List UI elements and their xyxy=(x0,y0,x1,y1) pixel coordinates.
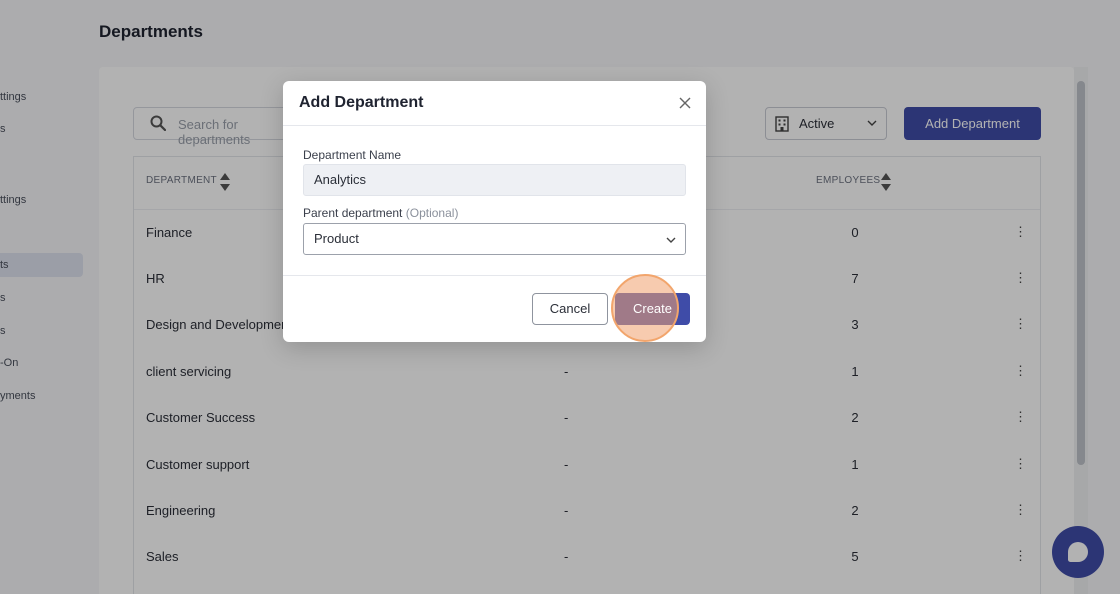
create-button-label: Create xyxy=(632,301,673,316)
dialog-title: Add Department xyxy=(299,94,424,111)
parent-department-label-text: Parent department xyxy=(303,206,403,220)
department-name-value: Analytics xyxy=(314,172,367,187)
optional-hint: (Optional) xyxy=(405,206,459,220)
close-icon[interactable] xyxy=(678,96,692,110)
department-name-field[interactable]: Analytics xyxy=(303,164,686,196)
parent-department-label: Parent department (Optional) xyxy=(303,206,458,220)
dialog-divider xyxy=(283,125,706,126)
parent-department-value: Product xyxy=(314,231,359,246)
department-name-label: Department Name xyxy=(303,148,402,162)
chevron-down-icon xyxy=(666,237,676,243)
cancel-button[interactable]: Cancel xyxy=(532,293,608,325)
add-department-dialog: Add Department Department Name Analytics… xyxy=(283,81,706,342)
parent-department-select[interactable]: Product xyxy=(303,223,686,255)
